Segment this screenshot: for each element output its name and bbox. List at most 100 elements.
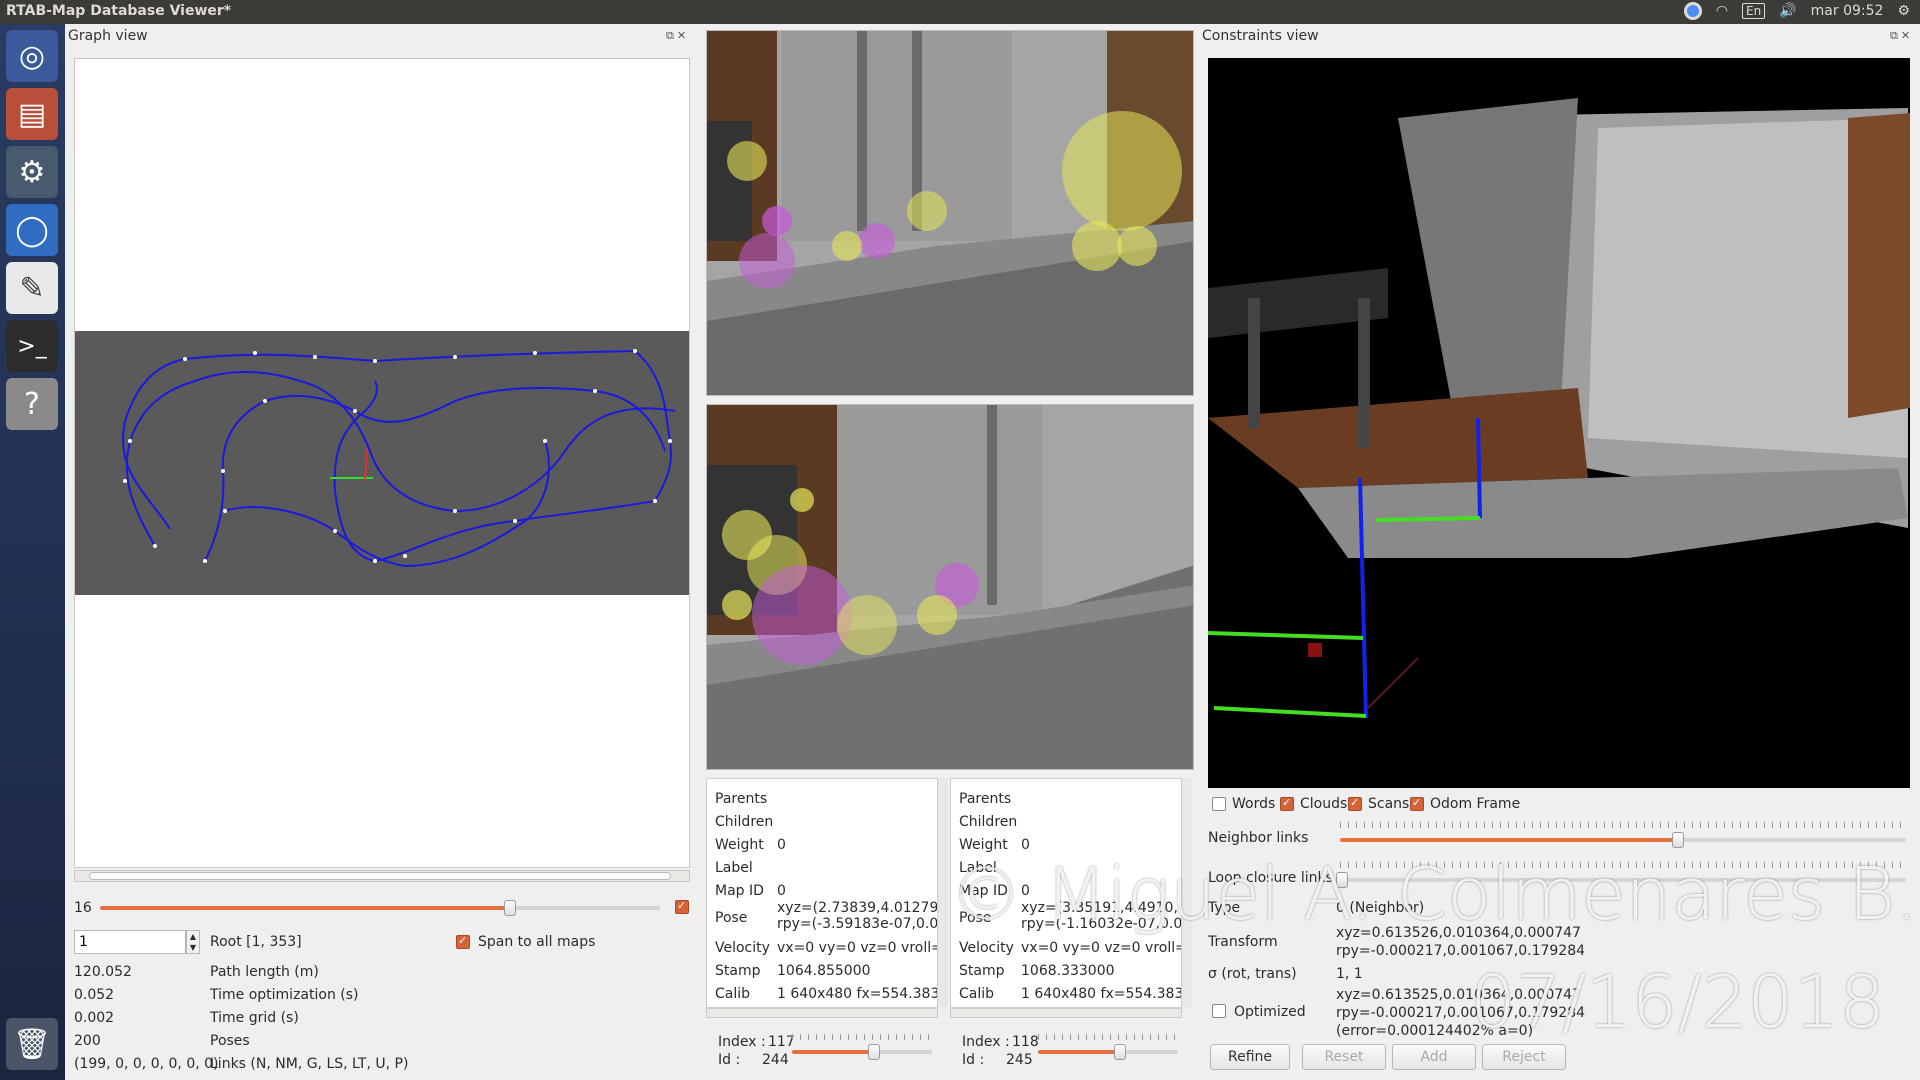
- stat-value: (199, 0, 0, 0, 0, 0, 0): [74, 1056, 219, 1072]
- ubuntu-dash-icon[interactable]: ◎: [6, 30, 58, 82]
- index-slider-ticks-right: [1038, 1034, 1178, 1040]
- right-camera-frame: [707, 405, 1193, 769]
- graph-slider-value: 16: [74, 900, 92, 916]
- keyboard-layout-indicator[interactable]: En: [1742, 3, 1766, 19]
- chrome-icon[interactable]: [1683, 2, 1702, 20]
- stat-value: 0.052: [74, 987, 115, 1003]
- trajectory-graph: [122, 349, 676, 568]
- optimized-label[interactable]: Optimized: [1234, 1004, 1306, 1020]
- node-field-label: Weight: [715, 837, 764, 853]
- stat-label: Poses: [210, 1033, 250, 1049]
- launcher-sidebar: ◎ ▤ ⚙ ◯ ✎ >_ ? 🗑: [0, 24, 65, 1080]
- neighbor-slider-fill: [1340, 838, 1676, 842]
- node-field-label: Velocity: [715, 940, 770, 956]
- stat-value: 120.052: [74, 964, 132, 980]
- node-field-label: Pose: [715, 910, 748, 926]
- stat-label: Links (N, NM, G, LS, LT, U, P): [210, 1056, 409, 1072]
- id-value-left: 244: [762, 1052, 789, 1068]
- clock[interactable]: mar 09:52: [1811, 3, 1884, 19]
- reset-button[interactable]: Reset: [1302, 1044, 1386, 1070]
- settings-gear-icon[interactable]: ⚙: [1897, 3, 1910, 19]
- root-label: Root [1, 353]: [210, 934, 302, 950]
- node-field-label: Calib: [715, 986, 751, 1002]
- watermark-author: © Miguel A. Colmenares B.: [950, 852, 1919, 936]
- dock-float-close-buttons[interactable]: ⧉✕: [666, 29, 689, 43]
- index-slider-handle-right[interactable]: [1114, 1044, 1126, 1060]
- root-id-spinner[interactable]: ▲ ▼: [186, 930, 200, 954]
- root-id-input[interactable]: [74, 930, 186, 954]
- checkbox-odom-frame[interactable]: [1410, 796, 1424, 811]
- node-field-label: Weight: [959, 837, 1008, 853]
- span-to-all-maps-label[interactable]: Span to all maps: [478, 934, 595, 950]
- node-field-value: xyz=(2.73839,4.01279,0 rpy=(-3.59183e-07…: [777, 900, 938, 932]
- node-info-left-vscroll[interactable]: [938, 778, 948, 1008]
- refine-button[interactable]: Refine: [1210, 1044, 1290, 1070]
- graph-slider-checkbox[interactable]: [675, 899, 689, 914]
- node-image-right[interactable]: [706, 404, 1194, 770]
- checkbox-words[interactable]: [1212, 797, 1226, 811]
- wifi-icon[interactable]: ◠: [1716, 3, 1728, 19]
- node-field-label: Label: [715, 860, 753, 876]
- sigma-value: 1, 1: [1336, 966, 1363, 982]
- index-label-left: Index :: [718, 1034, 766, 1050]
- node-field-value: 1064.855000: [777, 963, 871, 979]
- text-editor-icon[interactable]: ✎: [6, 262, 58, 314]
- optimized-checkbox[interactable]: [1212, 1004, 1226, 1018]
- constraints-view-title: Constraints view: [1202, 28, 1319, 44]
- sigma-label: σ (rot, trans): [1208, 966, 1297, 982]
- checkbox-label[interactable]: Odom Frame: [1430, 796, 1520, 812]
- scrollbar-thumb[interactable]: [89, 872, 671, 880]
- graph-canvas[interactable]: [74, 58, 690, 868]
- checkbox-label[interactable]: Scans: [1368, 796, 1409, 812]
- node-field-value: 1 640x480 fx=554.383: [1021, 986, 1182, 1002]
- volume-icon[interactable]: 🔊: [1779, 3, 1796, 19]
- node-field-value: vx=0 vy=0 vz=0 vroll=0: [777, 940, 938, 956]
- top-menu-bar: RTAB-Map Database Viewer* ◠ En 🔊 mar 09:…: [0, 0, 1920, 24]
- chromium-icon[interactable]: ◯: [6, 204, 58, 256]
- watermark-date: 07/16/2018: [1470, 960, 1885, 1044]
- index-slider-handle-left[interactable]: [868, 1044, 880, 1060]
- graph-slider-fill: [100, 906, 510, 910]
- node-field-value: 0: [1021, 837, 1030, 853]
- index-value-right: 118: [1012, 1034, 1039, 1050]
- node-field-label: Map ID: [715, 883, 764, 899]
- help-icon[interactable]: ?: [6, 378, 58, 430]
- graph-horizontal-scrollbar[interactable]: [74, 870, 690, 882]
- system-settings-icon[interactable]: ⚙: [6, 146, 58, 198]
- checkbox-clouds[interactable]: [1280, 796, 1294, 811]
- window-title: RTAB-Map Database Viewer*: [6, 3, 232, 19]
- add-button[interactable]: Add: [1392, 1044, 1476, 1070]
- node-field-value: 1 640x480 fx=554.383: [777, 986, 938, 1002]
- id-label-left: Id :: [718, 1052, 741, 1068]
- graph-slider-handle[interactable]: [504, 900, 516, 916]
- node-image-left[interactable]: [706, 30, 1194, 396]
- stat-label: Time grid (s): [210, 1010, 299, 1026]
- node-info-left[interactable]: Parents Children Weight 0 Label Map ID 0 Pose xy…: [706, 778, 938, 1008]
- node-info-left-hscroll[interactable]: [706, 1008, 938, 1018]
- node-field-value: 1068.333000: [1021, 963, 1115, 979]
- occupancy-grid: [75, 331, 689, 595]
- graph-view-title: Graph view: [68, 28, 148, 44]
- checkbox-scans[interactable]: [1348, 796, 1362, 811]
- node-info-right-hscroll[interactable]: [950, 1008, 1182, 1018]
- constraints-3d-view[interactable]: [1208, 58, 1910, 788]
- node-field-label: Children: [959, 814, 1018, 830]
- reject-button[interactable]: Reject: [1482, 1044, 1566, 1070]
- id-label-right: Id :: [962, 1052, 985, 1068]
- checkbox-label[interactable]: Clouds: [1300, 796, 1347, 812]
- checkbox-label[interactable]: Words: [1232, 796, 1275, 812]
- index-slider-fill-left: [792, 1050, 872, 1054]
- stat-value: 200: [74, 1033, 101, 1049]
- dock-float-close-buttons[interactable]: ⧉✕: [1890, 29, 1913, 43]
- span-to-all-maps-checkbox[interactable]: [456, 934, 470, 949]
- id-value-right: 245: [1006, 1052, 1033, 1068]
- node-field-label: Calib: [959, 986, 995, 1002]
- file-cabinet-icon[interactable]: ▤: [6, 88, 58, 140]
- stat-label: Time optimization (s): [210, 987, 359, 1003]
- index-value-left: 117: [768, 1034, 795, 1050]
- node-field-label: Velocity: [959, 940, 1014, 956]
- graph-view-panel: Graph view ⧉✕ 16 ✓ 1 ▲ ▼ Root [1, 353] ✓…: [66, 24, 706, 1080]
- terminal-icon[interactable]: >_: [6, 320, 58, 372]
- neighbor-slider-handle[interactable]: [1672, 832, 1684, 848]
- trash-icon[interactable]: 🗑: [6, 1018, 58, 1070]
